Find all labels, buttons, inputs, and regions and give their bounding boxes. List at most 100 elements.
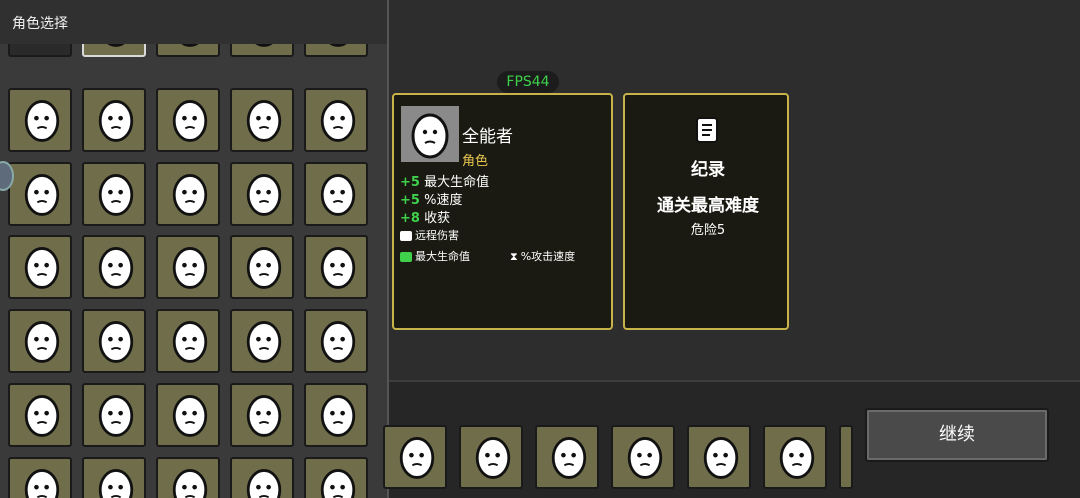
egg-face-icon	[246, 100, 282, 142]
egg-face-icon	[246, 174, 282, 216]
party-bar: 继续	[383, 380, 1080, 498]
stat-value: +8	[400, 211, 420, 226]
egg-face-icon	[98, 321, 134, 363]
egg-face-icon	[24, 174, 60, 216]
party-slot[interactable]	[459, 425, 523, 489]
egg-face-icon	[24, 100, 60, 142]
egg-face-icon	[24, 321, 60, 363]
egg-face-icon	[98, 247, 134, 289]
character-slot[interactable]	[8, 88, 72, 152]
character-slot[interactable]	[304, 383, 368, 447]
hourglass-icon: ⧗	[510, 250, 518, 263]
character-slot[interactable]	[304, 88, 368, 152]
character-slot[interactable]	[230, 309, 294, 373]
character-portrait	[401, 106, 459, 162]
character-slot[interactable]	[230, 383, 294, 447]
record-subtitle: 通关最高难度	[657, 196, 759, 216]
egg-face-icon	[24, 395, 60, 437]
tag-ranged: 远程伤害	[400, 227, 459, 243]
character-name: 全能者	[462, 127, 513, 147]
record-card: 纪录 通关最高难度 危险5	[623, 93, 789, 330]
egg-face-icon	[246, 321, 282, 363]
stat-label: %速度	[424, 193, 463, 208]
egg-face-icon	[172, 247, 208, 289]
character-slot[interactable]	[156, 235, 220, 299]
party-slot[interactable]	[383, 425, 447, 489]
character-slot[interactable]	[156, 162, 220, 226]
ranged-weapon-icon	[400, 231, 412, 241]
tag-ranged-label: 远程伤害	[415, 229, 459, 242]
character-slot[interactable]	[304, 162, 368, 226]
egg-face-icon	[320, 321, 356, 363]
character-slot[interactable]	[156, 88, 220, 152]
egg-face-icon	[320, 174, 356, 216]
party-slot[interactable]	[839, 425, 853, 489]
character-slot[interactable]	[156, 383, 220, 447]
egg-face-icon	[320, 100, 356, 142]
character-slot[interactable]	[82, 162, 146, 226]
character-slot[interactable]	[82, 383, 146, 447]
egg-face-icon	[246, 247, 282, 289]
character-select-panel: 角色选择 ?	[0, 0, 389, 498]
character-slot[interactable]	[8, 309, 72, 373]
panel-header: 角色选择	[0, 0, 387, 44]
egg-face-icon	[551, 437, 587, 479]
character-slot[interactable]	[230, 88, 294, 152]
stat-value: +5	[400, 193, 420, 208]
character-slot[interactable]	[230, 457, 294, 498]
egg-face-icon	[98, 469, 134, 498]
egg-face-icon	[475, 437, 511, 479]
stat-value: +5	[400, 175, 420, 190]
character-slot[interactable]	[82, 309, 146, 373]
character-slot[interactable]	[156, 309, 220, 373]
record-value: 危险5	[690, 223, 726, 238]
stat-label: 收获	[424, 211, 451, 226]
egg-face-icon	[703, 437, 739, 479]
scroll-icon	[696, 117, 718, 143]
character-slot[interactable]	[8, 162, 72, 226]
party-slot[interactable]	[763, 425, 827, 489]
egg-face-icon	[172, 395, 208, 437]
character-slot[interactable]	[230, 162, 294, 226]
egg-face-icon	[411, 113, 449, 159]
egg-face-icon	[98, 100, 134, 142]
character-slot[interactable]	[82, 457, 146, 498]
egg-face-icon	[399, 437, 435, 479]
continue-button[interactable]: 继续	[865, 408, 1049, 462]
tag-maxhp-label: 最大生命值	[415, 250, 470, 263]
stat-line: +5 %速度	[400, 189, 462, 208]
tag-maxhp: 最大生命值	[400, 248, 470, 264]
character-slot[interactable]	[230, 235, 294, 299]
egg-face-icon	[320, 247, 356, 289]
character-slot[interactable]	[82, 235, 146, 299]
egg-face-icon	[320, 469, 356, 498]
egg-face-icon	[627, 437, 663, 479]
game-screen: 角色选择 ? FPS44 全能者 角色 +5 最大生命值 +5 %速度 +8 收…	[0, 0, 1080, 498]
egg-face-icon	[246, 395, 282, 437]
character-slot[interactable]	[8, 235, 72, 299]
record-title: 纪录	[691, 160, 725, 180]
party-slot[interactable]	[611, 425, 675, 489]
tag-atkspeed: ⧗ %攻击速度	[510, 248, 575, 264]
character-type: 角色	[462, 154, 489, 169]
panel-title: 角色选择	[12, 16, 68, 32]
party-slot[interactable]	[687, 425, 751, 489]
egg-face-icon	[24, 469, 60, 498]
character-slot[interactable]	[8, 457, 72, 498]
character-slot[interactable]	[8, 383, 72, 447]
egg-face-icon	[320, 395, 356, 437]
egg-face-icon	[172, 469, 208, 498]
egg-face-icon	[98, 174, 134, 216]
egg-face-icon	[172, 100, 208, 142]
character-slot[interactable]	[304, 309, 368, 373]
character-slot[interactable]	[156, 457, 220, 498]
stat-line: +8 收获	[400, 207, 450, 226]
character-info-card: 全能者 角色 +5 最大生命值 +5 %速度 +8 收获 远程伤害 最大生命值 …	[392, 93, 613, 330]
character-slot[interactable]	[304, 235, 368, 299]
egg-face-icon	[246, 469, 282, 498]
character-slot[interactable]	[304, 457, 368, 498]
egg-face-icon	[98, 395, 134, 437]
party-slot[interactable]	[535, 425, 599, 489]
egg-face-icon	[779, 437, 815, 479]
character-slot[interactable]	[82, 88, 146, 152]
